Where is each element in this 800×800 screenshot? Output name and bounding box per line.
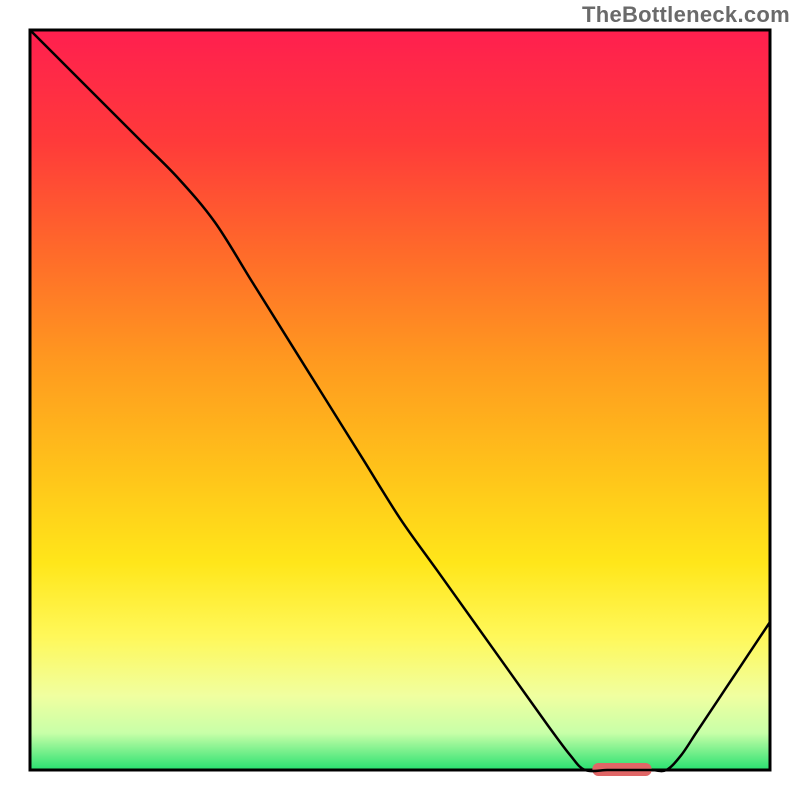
bottleneck-chart bbox=[0, 0, 800, 800]
chart-container: TheBottleneck.com bbox=[0, 0, 800, 800]
watermark-text: TheBottleneck.com bbox=[582, 2, 790, 28]
